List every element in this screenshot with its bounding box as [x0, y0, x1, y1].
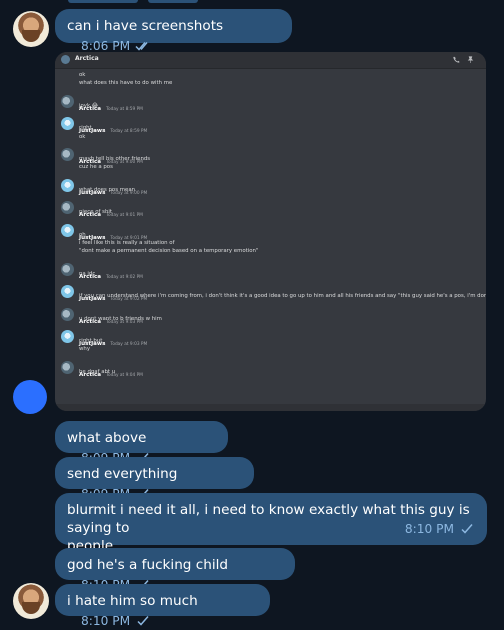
message-time: 8:10 PM	[404, 522, 454, 536]
message-bubble[interactable]: i hate him so much 8:10 PM	[55, 584, 270, 628]
check-icon	[137, 616, 149, 626]
user-avatar	[61, 117, 74, 131]
message-text: send everything	[67, 466, 178, 482]
message-timestamp: Today at 8:59 PM	[110, 129, 148, 135]
check-icon	[461, 524, 473, 534]
screenshot-message-text: why	[79, 346, 91, 353]
screenshot-message-text: joyk 😂	[79, 102, 99, 109]
sender-avatar[interactable]	[13, 11, 49, 47]
screenshot-message-text: right	[79, 125, 92, 132]
channel-avatar	[61, 55, 70, 64]
message-timestamp: Today at 9:03 PM	[110, 342, 148, 347]
previous-messages-strip	[0, 0, 504, 6]
message-bubble[interactable]: can i have screenshots 8:06 PM	[55, 9, 292, 53]
message-timestamp: Today at 9:02 PM	[106, 274, 143, 280]
message-text: i hate him so much	[67, 593, 198, 609]
message-text: god he's a fucking child	[67, 557, 229, 573]
screenshot-message-text: ok	[79, 133, 86, 140]
screenshot-message-text: piece of shit	[79, 209, 112, 216]
screenshot-channel-name: Arctica	[75, 55, 99, 62]
message-time: 8:10 PM	[81, 614, 131, 628]
screenshot-titlebar: Arctica	[55, 52, 486, 69]
user-avatar	[61, 201, 74, 215]
user-avatar	[61, 307, 74, 321]
sender-avatar[interactable]	[13, 583, 49, 619]
message-text: what above	[67, 430, 147, 446]
message-timestamp: Today at 8:59 PM	[106, 106, 143, 112]
screenshot-message-text: right but	[79, 338, 103, 344]
screenshot-message-text: what does pos mean	[79, 186, 136, 193]
message-meta: 8:10 PM	[405, 520, 475, 538]
screenshot-message-text: u dont want to b friends w him	[79, 315, 162, 322]
message-text: can i have screenshots	[67, 18, 224, 34]
screenshot-message-text: ok	[79, 72, 86, 78]
user-avatar	[61, 178, 74, 192]
screenshot-message-text: what does this have to do with me	[79, 80, 173, 87]
screenshot-scrollbar	[55, 404, 486, 411]
phone-icon	[453, 56, 460, 63]
screenshot-message-text: na idc	[79, 270, 96, 277]
screenshot-message-text: cuz he a pos	[79, 164, 113, 171]
message-bubble[interactable]: god he's a fucking child 8:10 PM	[55, 548, 295, 592]
user-avatar	[61, 223, 74, 237]
message-bubble[interactable]: blurmit i need it all, i need to know ex…	[55, 493, 487, 554]
screenshot-message-text: mayb tell his other friends	[79, 156, 151, 162]
user-avatar	[61, 94, 74, 108]
screenshot-message-text: i feel like this is really a situation o…	[79, 240, 175, 246]
screenshot-message-text: he dgaf abt u	[79, 368, 116, 375]
pin-icon	[467, 56, 474, 63]
sender-avatar[interactable]	[13, 380, 47, 414]
message-bubble[interactable]: send everything 8:09 PM	[55, 457, 254, 501]
user-avatar	[61, 148, 74, 161]
attached-screenshot[interactable]: Arctica ok what does this have to do with…	[55, 52, 486, 411]
user-avatar	[61, 285, 74, 299]
user-avatar	[61, 330, 74, 343]
screenshot-message-text: "dont make a permanent decision based on…	[79, 248, 259, 255]
message-bubble[interactable]: what above 8:09 PM	[55, 421, 228, 465]
user-avatar	[61, 262, 74, 276]
screenshot-message-text: oh	[79, 231, 86, 238]
message-meta: 8:10 PM	[81, 612, 151, 630]
double-check-icon	[135, 42, 148, 51]
screenshot-message-text: if you can understand where i'm coming f…	[79, 293, 486, 300]
user-avatar	[61, 360, 74, 374]
